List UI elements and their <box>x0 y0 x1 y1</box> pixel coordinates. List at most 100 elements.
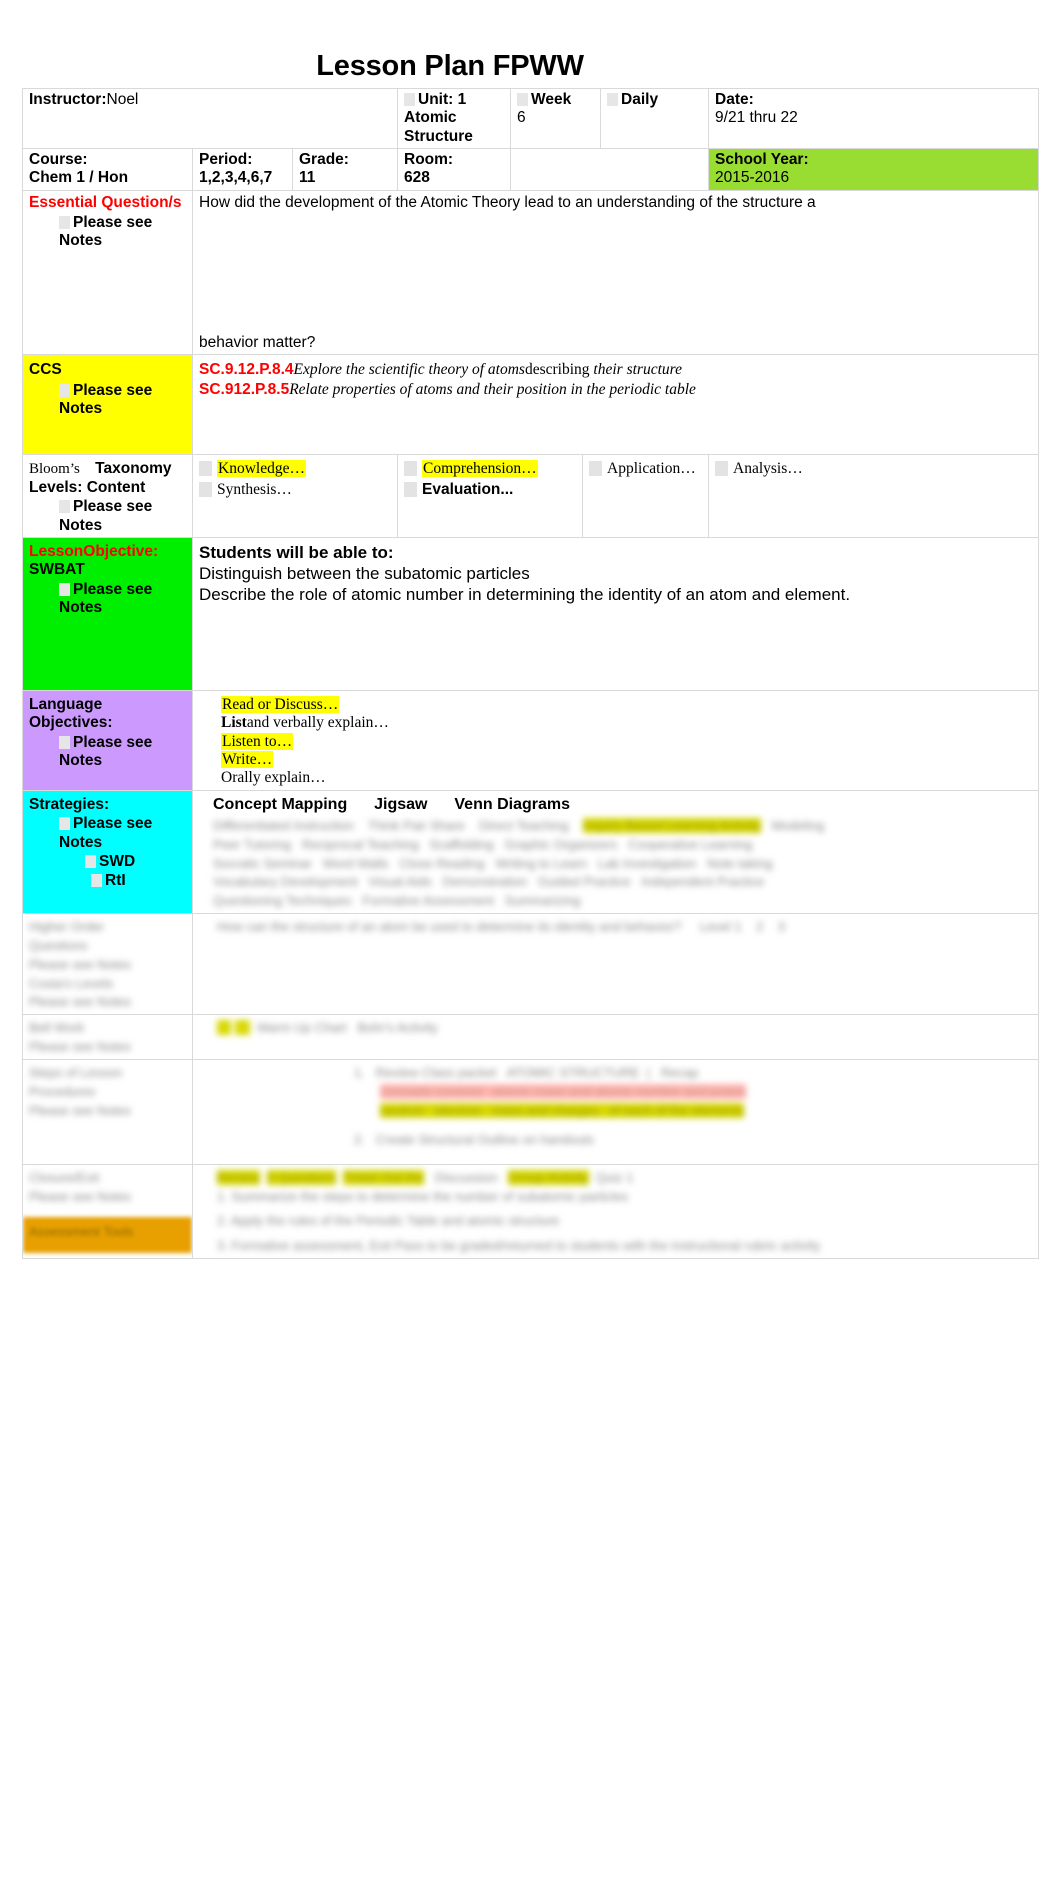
ccs-text-italic: Relate properties of atoms and their pos… <box>289 380 696 398</box>
lesson-plan-document: Lesson Plan FPWW Instructor:Noel Unit: 1… <box>0 0 1062 1885</box>
language-objective-item: and verbally explain… <box>246 714 389 732</box>
strategies-label: Strategies: <box>29 795 110 813</box>
blooms-note: Please see Notes <box>59 498 153 534</box>
date-label: Date: <box>715 91 754 108</box>
strategies-swd-checkbox-icon[interactable] <box>85 854 96 868</box>
language-objective-item: Listen to… <box>221 732 294 750</box>
language-objectives-label-cell: Language Objectives: Please see Notes <box>22 689 193 791</box>
language-objective-item: Read or Discuss… <box>221 695 340 713</box>
course-cell: Course: Chem 1 / Hon <box>22 147 193 191</box>
blooms-label-line2: Levels: Content <box>29 479 146 497</box>
room-value: 628 <box>404 169 430 187</box>
unit-label: Unit: 1 <box>418 91 467 108</box>
school-year-value: 2015-2016 <box>715 169 790 187</box>
blooms-level-label: Analysis… <box>733 460 803 478</box>
course-label: Course: <box>29 150 88 168</box>
grade-label: Grade: <box>299 150 349 168</box>
illegible-d-label-text: Closure/Exit Please see Notes <box>29 1169 131 1204</box>
language-objectives-checkbox-icon[interactable] <box>59 735 70 749</box>
strategies-illegible-text: Differentiated Instruction Think Pair Sh… <box>213 817 825 909</box>
ccs-item: SC.9.12.P.8.4Explore the scientific theo… <box>199 361 1034 379</box>
illegible-c-label-text: Steps of Lesson Procedures Please see No… <box>29 1064 131 1118</box>
lesson-objective-note: Please see Notes <box>59 580 153 616</box>
blooms-level-label: Evaluation... <box>422 480 514 498</box>
illegible-a-text: How can the structure of an atom be used… <box>217 919 785 935</box>
room-label: Room: <box>404 150 454 168</box>
blooms-level-analysis-cell: Analysis… <box>708 454 1040 538</box>
strategies-items-cell: Concept Mapping Jigsaw Venn Diagrams Dif… <box>191 789 1040 915</box>
lesson-objective-sublabel: SWBAT <box>29 561 85 579</box>
illegible-a-label-cell: Higher Order Questions Please see Notes … <box>22 913 193 1016</box>
strategies-rti-checkbox-icon[interactable] <box>91 874 102 888</box>
strategy-item: Jigsaw <box>374 795 428 813</box>
lesson-objective-heading: Students will be able to: <box>199 542 394 562</box>
instructor-label: Instructor: <box>29 91 107 108</box>
ccs-label: CCS <box>29 361 62 379</box>
week-checkbox-icon[interactable] <box>517 93 529 106</box>
ccs-checkbox-icon[interactable] <box>59 383 70 397</box>
illegible-a-label-text: Higher Order Questions Please see Notes … <box>29 919 131 1010</box>
instructor-value: Noel <box>106 91 139 108</box>
daily-checkbox-icon[interactable] <box>607 93 619 106</box>
strategies-note: Please see Notes <box>59 815 153 851</box>
lesson-plan-table: Instructor:Noel Unit: 1 Atomic Structure… <box>21 88 1040 1260</box>
essential-question-label: Essential Question/s <box>29 193 182 211</box>
blooms-comprehension-checkbox-icon[interactable] <box>404 461 418 477</box>
lesson-objective-checkbox-icon[interactable] <box>59 582 70 596</box>
week-label: Week <box>531 91 572 108</box>
blooms-analysis-checkbox-icon[interactable] <box>715 461 729 477</box>
table-row-lesson-objective: LessonObjective: SWBAT Please see Notes … <box>22 536 1040 691</box>
course-value: Chem 1 / Hon <box>29 169 129 187</box>
blooms-application-checkbox-icon[interactable] <box>589 461 603 477</box>
date-value: 9/21 thru 22 <box>715 109 798 127</box>
ccs-item: SC.912.P.8.5Relate properties of atoms a… <box>199 381 1034 399</box>
language-objectives-label: Language Objectives: <box>29 695 113 732</box>
week-cell: Week 6 <box>510 88 602 149</box>
daily-cell: Daily <box>600 88 710 149</box>
blooms-level-label: Synthesis… <box>217 480 292 498</box>
illegible-b-content-cell: Warm Up Chart Bohr's Activity <box>191 1014 1040 1060</box>
blooms-level-knowledge-cell: Knowledge… Synthesis… <box>191 454 399 538</box>
table-row-illegible-b: Bell Work Please see Notes Warm Up Chart… <box>22 1014 1040 1060</box>
language-objective-item-prefix: List <box>221 714 247 732</box>
ccs-label-cell: CCS Please see Notes <box>22 354 193 456</box>
essential-question-text-cell: How did the development of the Atomic Th… <box>191 189 1040 356</box>
blooms-synthesis-checkbox-icon[interactable] <box>199 481 212 497</box>
blooms-level-label: Comprehension… <box>422 460 538 478</box>
grade-value: 11 <box>299 169 316 187</box>
table-row-ccs: CCS Please see Notes SC.9.12.P.8.4Explor… <box>22 354 1040 456</box>
ccs-text-italic: Explore the scientific theory of atoms <box>293 361 525 379</box>
strategies-sub1: SWD <box>99 852 136 870</box>
unit-line3: Structure <box>404 127 473 145</box>
essential-question-note: Please see Notes <box>59 214 153 250</box>
date-cell: Date: 9/21 thru 22 <box>708 88 1040 149</box>
illegible-c-content-cell: 1. Review Class packet ATOMIC STRUCTURE … <box>191 1058 1040 1165</box>
table-row-language-objectives: Language Objectives: Please see Notes Re… <box>22 689 1040 791</box>
ccs-note: Please see Notes <box>59 381 153 417</box>
language-objectives-items-cell: Read or Discuss… Listand verbally explai… <box>191 689 1040 791</box>
strategy-item: Venn Diagrams <box>454 795 570 813</box>
illegible-d-text: Review 3 Questions Ticket Out the Discus… <box>217 1169 821 1254</box>
ccs-items-cell: SC.9.12.P.8.4Explore the scientific theo… <box>191 354 1040 456</box>
strategies-sub2: RtI <box>105 872 126 890</box>
room-cell: Room: 628 <box>397 147 512 191</box>
essential-question-checkbox-icon[interactable] <box>59 216 70 230</box>
blooms-label-a: Bloom’s <box>29 461 80 478</box>
strategies-checkbox-icon[interactable] <box>59 817 70 831</box>
table-row-illegible-c: Steps of Lesson Procedures Please see No… <box>22 1058 1040 1165</box>
language-objectives-note: Please see Notes <box>59 733 153 769</box>
blooms-evaluation-checkbox-icon[interactable] <box>404 481 418 497</box>
blooms-level-comprehension-cell: Comprehension… Evaluation... <box>397 454 584 538</box>
lesson-objective-content-cell: Students will be able to: Distinguish be… <box>191 536 1040 691</box>
unit-checkbox-icon[interactable] <box>404 93 416 106</box>
blooms-checkbox-icon[interactable] <box>59 500 70 514</box>
strategies-label-cell: Strategies: Please see Notes SWD RtI <box>22 789 193 915</box>
blooms-knowledge-checkbox-icon[interactable] <box>199 461 212 477</box>
ccs-text-plain: describing <box>524 361 594 379</box>
school-year-cell: School Year: 2015-2016 <box>708 147 1040 191</box>
week-value: 6 <box>517 109 526 127</box>
illegible-b-text: Warm Up Chart Bohr's Activity <box>199 1019 1034 1038</box>
page-title: Lesson Plan FPWW <box>316 50 584 82</box>
ccs-code: SC.9.12.P.8.4 <box>199 361 294 379</box>
language-objective-item: Orally explain… <box>221 769 326 787</box>
